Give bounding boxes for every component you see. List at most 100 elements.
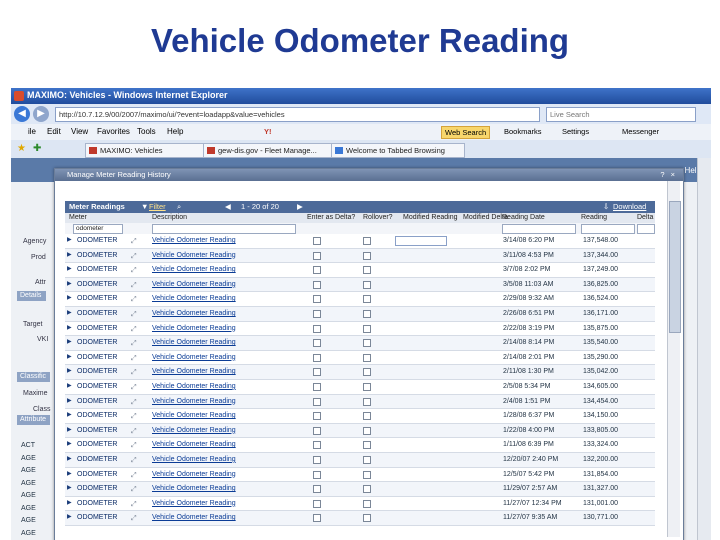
row-expand-icon[interactable]: ▶ <box>67 249 72 262</box>
table-row[interactable]: ▶ ODOMETER ⤢ Vehicle Odometer Reading 1/28/0… <box>65 409 655 424</box>
table-row[interactable]: ▶ ODOMETER ⤢ Vehicle Odometer Reading 11/29/… <box>65 482 655 497</box>
description-link[interactable]: Vehicle Odometer Reading <box>152 365 236 378</box>
detail-link-icon[interactable]: ⤢ <box>131 454 141 464</box>
table-row[interactable]: ▶ ODOMETER ⤢ Vehicle Odometer Reading 3/7/08… <box>65 263 655 278</box>
address-input[interactable]: http://10.7.12.9/00/2007/maximo/ui/?even… <box>55 107 540 122</box>
row-expand-icon[interactable]: ▶ <box>67 322 72 335</box>
enter-as-delta-checkbox[interactable] <box>313 485 321 494</box>
menu-favorites[interactable]: Favorites <box>97 127 130 136</box>
table-row[interactable]: ▶ ODOMETER ⤢ Vehicle Odometer Reading 3/14/0… <box>65 234 655 249</box>
row-expand-icon[interactable]: ▶ <box>67 307 72 320</box>
rollover-checkbox[interactable] <box>363 382 371 391</box>
binoculars-icon[interactable]: ⌕ <box>177 201 181 213</box>
download-icon[interactable]: ⇩ <box>603 201 609 213</box>
enter-as-delta-checkbox[interactable] <box>313 266 321 275</box>
prev-page-icon[interactable]: ◀ <box>225 201 231 213</box>
enter-as-delta-checkbox[interactable] <box>313 280 321 289</box>
detail-link-icon[interactable]: ⤢ <box>131 439 141 449</box>
row-expand-icon[interactable]: ▶ <box>67 380 72 393</box>
rollover-checkbox[interactable] <box>363 455 371 464</box>
row-expand-icon[interactable]: ▶ <box>67 278 72 291</box>
enter-as-delta-checkbox[interactable] <box>313 295 321 304</box>
description-link[interactable]: Vehicle Odometer Reading <box>152 453 236 466</box>
messenger-button[interactable]: Messenger <box>619 126 662 137</box>
row-expand-icon[interactable]: ▶ <box>67 438 72 451</box>
menu-tools[interactable]: Tools <box>137 127 156 136</box>
meter-filter-input[interactable]: odometer <box>73 224 123 234</box>
rollover-checkbox[interactable] <box>363 339 371 348</box>
detail-link-icon[interactable]: ⤢ <box>131 469 141 479</box>
col-description[interactable]: Description <box>152 214 187 221</box>
table-row[interactable]: ▶ ODOMETER ⤢ Vehicle Odometer Reading 2/11/0… <box>65 365 655 380</box>
enter-as-delta-checkbox[interactable] <box>313 368 321 377</box>
menu-view[interactable]: View <box>71 127 88 136</box>
rollover-checkbox[interactable] <box>363 397 371 406</box>
detail-link-icon[interactable]: ⤢ <box>131 293 141 303</box>
row-expand-icon[interactable]: ▶ <box>67 351 72 364</box>
row-expand-icon[interactable]: ▶ <box>67 482 72 495</box>
table-row[interactable]: ▶ ODOMETER ⤢ Vehicle Odometer Reading 12/5/0… <box>65 468 655 483</box>
description-link[interactable]: Vehicle Odometer Reading <box>152 468 236 481</box>
enter-as-delta-checkbox[interactable] <box>313 382 321 391</box>
rollover-checkbox[interactable] <box>363 353 371 362</box>
bookmarks-button[interactable]: Bookmarks <box>501 126 545 137</box>
rollover-checkbox[interactable] <box>363 499 371 508</box>
rollover-checkbox[interactable] <box>363 441 371 450</box>
enter-as-delta-checkbox[interactable] <box>313 426 321 435</box>
reading-date-filter-input[interactable] <box>502 224 576 234</box>
enter-as-delta-checkbox[interactable] <box>313 324 321 333</box>
detail-link-icon[interactable]: ⤢ <box>131 366 141 376</box>
modified-reading-input[interactable] <box>395 236 447 246</box>
description-link[interactable]: Vehicle Odometer Reading <box>152 263 236 276</box>
row-expand-icon[interactable]: ▶ <box>67 468 72 481</box>
detail-link-icon[interactable]: ⤢ <box>131 337 141 347</box>
enter-as-delta-checkbox[interactable] <box>313 251 321 260</box>
detail-link-icon[interactable]: ⤢ <box>131 323 141 333</box>
detail-link-icon[interactable]: ⤢ <box>131 396 141 406</box>
next-page-icon[interactable]: ▶ <box>297 201 303 213</box>
detail-link-icon[interactable]: ⤢ <box>131 483 141 493</box>
rollover-checkbox[interactable] <box>363 266 371 275</box>
detail-link-icon[interactable]: ⤢ <box>131 308 141 318</box>
row-expand-icon[interactable]: ▶ <box>67 336 72 349</box>
description-link[interactable]: Vehicle Odometer Reading <box>152 511 236 524</box>
detail-link-icon[interactable]: ⤢ <box>131 279 141 289</box>
col-delta[interactable]: Delta <box>637 214 653 221</box>
detail-link-icon[interactable]: ⤢ <box>131 498 141 508</box>
description-link[interactable]: Vehicle Odometer Reading <box>152 292 236 305</box>
rollover-checkbox[interactable] <box>363 412 371 421</box>
detail-link-icon[interactable]: ⤢ <box>131 425 141 435</box>
enter-as-delta-checkbox[interactable] <box>313 470 321 479</box>
rollover-checkbox[interactable] <box>363 251 371 260</box>
detail-link-icon[interactable]: ⤢ <box>131 352 141 362</box>
col-modified-reading[interactable]: Modified Reading <box>403 214 457 221</box>
table-row[interactable]: ▶ ODOMETER ⤢ Vehicle Odometer Reading 2/14/0… <box>65 336 655 351</box>
favorites-star-icon[interactable]: ★ <box>17 143 26 154</box>
description-link[interactable]: Vehicle Odometer Reading <box>152 395 236 408</box>
rollover-checkbox[interactable] <box>363 470 371 479</box>
detail-link-icon[interactable]: ⤢ <box>131 512 141 522</box>
description-link[interactable]: Vehicle Odometer Reading <box>152 351 236 364</box>
enter-as-delta-checkbox[interactable] <box>313 309 321 318</box>
back-icon[interactable]: ◀ <box>14 106 30 122</box>
detail-link-icon[interactable]: ⤢ <box>131 410 141 420</box>
description-link[interactable]: Vehicle Odometer Reading <box>152 409 236 422</box>
enter-as-delta-checkbox[interactable] <box>313 455 321 464</box>
description-link[interactable]: Vehicle Odometer Reading <box>152 438 236 451</box>
table-row[interactable]: ▶ ODOMETER ⤢ Vehicle Odometer Reading 3/5/08… <box>65 277 655 293</box>
enter-as-delta-checkbox[interactable] <box>313 353 321 362</box>
table-row[interactable]: ▶ ODOMETER ⤢ Vehicle Odometer Reading 2/26/0… <box>65 306 655 322</box>
menu-help[interactable]: Help <box>167 127 183 136</box>
dialog-scrollbar[interactable] <box>667 181 681 537</box>
enter-as-delta-checkbox[interactable] <box>313 412 321 421</box>
row-expand-icon[interactable]: ▶ <box>67 424 72 437</box>
row-expand-icon[interactable]: ▶ <box>67 409 72 422</box>
page-scrollbar[interactable] <box>697 158 711 540</box>
filter-icon[interactable]: ▼ <box>141 201 148 213</box>
row-expand-icon[interactable]: ▶ <box>67 511 72 524</box>
description-link[interactable]: Vehicle Odometer Reading <box>152 234 236 247</box>
detail-link-icon[interactable]: ⤢ <box>131 235 141 245</box>
tab-maximo-vehicles[interactable]: MAXIMO: Vehicles <box>85 143 209 158</box>
enter-as-delta-checkbox[interactable] <box>313 441 321 450</box>
table-row[interactable]: ▶ ODOMETER ⤢ Vehicle Odometer Reading 2/22/0… <box>65 322 655 337</box>
